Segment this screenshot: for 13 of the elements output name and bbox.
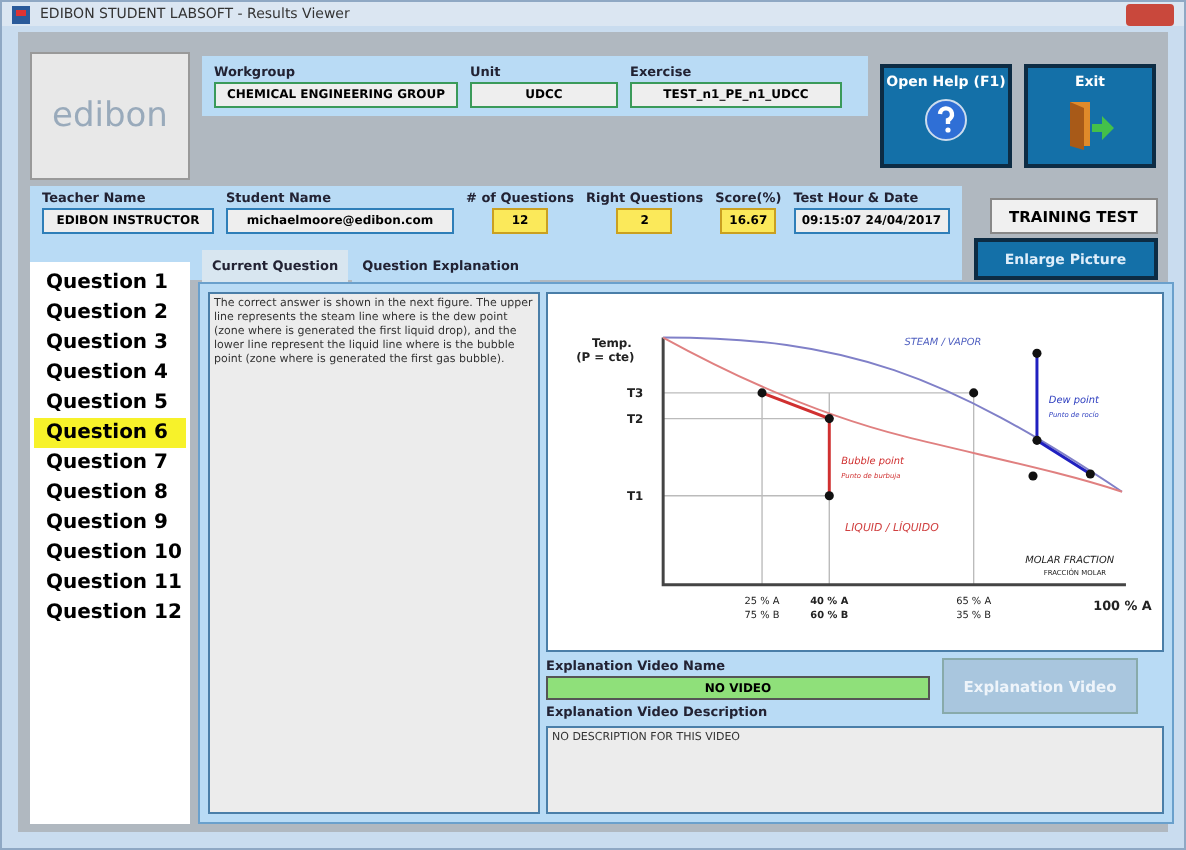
question-item[interactable]: Question 7 <box>34 448 186 478</box>
question-item[interactable]: Question 11 <box>34 568 186 598</box>
question-item[interactable]: Question 8 <box>34 478 186 508</box>
question-item[interactable]: Question 5 <box>34 388 186 418</box>
logo: edibon <box>30 52 190 180</box>
question-item[interactable]: Question 10 <box>34 538 186 568</box>
question-item[interactable]: Question 1 <box>34 268 186 298</box>
question-item[interactable]: Question 3 <box>34 328 186 358</box>
question-item[interactable]: Question 9 <box>34 508 186 538</box>
question-item[interactable]: Question 2 <box>34 298 186 328</box>
question-item[interactable]: Question 6 <box>34 418 186 448</box>
question-item[interactable]: Question 4 <box>34 358 186 388</box>
question-item[interactable]: Question 12 <box>34 598 186 628</box>
